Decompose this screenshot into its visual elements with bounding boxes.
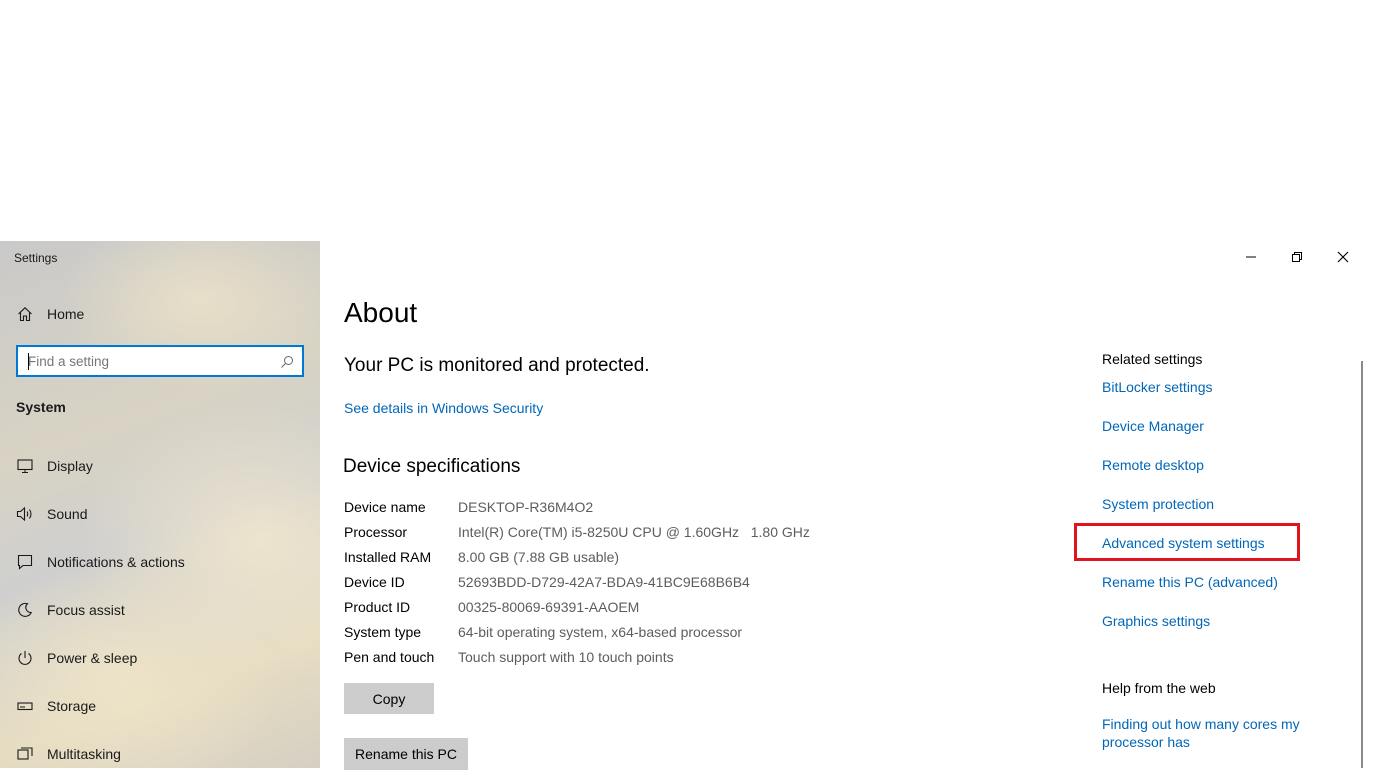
sidebar-item-home[interactable]: Home — [0, 294, 320, 334]
spec-row-installed-ram: Installed RAM 8.00 GB (7.88 GB usable) — [344, 549, 944, 569]
focus-assist-icon — [16, 601, 34, 619]
sidebar: Settings Home Find a setting System Disp… — [0, 241, 320, 768]
spec-key: Device ID — [344, 574, 405, 590]
remote-desktop-link[interactable]: Remote desktop — [1102, 457, 1204, 473]
section-label-system: System — [16, 399, 66, 415]
spec-value: Touch support with 10 touch points — [458, 649, 674, 665]
related-settings-title: Related settings — [1102, 351, 1203, 367]
text-caret — [28, 353, 29, 370]
highlight-box — [1074, 523, 1300, 561]
bitlocker-settings-link[interactable]: BitLocker settings — [1102, 379, 1213, 395]
sidebar-item-label: Sound — [47, 506, 88, 522]
search-input[interactable]: Find a setting — [16, 345, 304, 377]
spec-key: Product ID — [344, 599, 411, 615]
windows-security-link[interactable]: See details in Windows Security — [344, 400, 543, 416]
minimize-icon — [1246, 256, 1256, 258]
close-icon — [1337, 251, 1349, 263]
sidebar-item-storage[interactable]: Storage — [0, 686, 320, 726]
spec-row-processor: Processor Intel(R) Core(TM) i5-8250U CPU… — [344, 524, 944, 544]
app-title: Settings — [14, 251, 58, 265]
spec-value: 52693BDD-D729-42A7-BDA9-41BC9E68B6B4 — [458, 574, 750, 590]
power-icon — [16, 649, 34, 667]
rename-pc-button[interactable]: Rename this PC — [344, 738, 468, 770]
help-from-web-title: Help from the web — [1102, 680, 1216, 696]
spec-value: 8.00 GB (7.88 GB usable) — [458, 549, 620, 565]
sidebar-item-label: Notifications & actions — [47, 554, 185, 570]
sidebar-item-label: Home — [47, 306, 85, 322]
spec-value: 64-bit operating system, x64-based proce… — [458, 624, 743, 640]
notifications-icon — [16, 553, 34, 571]
spec-key: Processor — [344, 524, 408, 540]
sound-icon — [16, 505, 34, 523]
spec-row-product-id: Product ID 00325-80069-69391-AAOEM — [344, 599, 944, 619]
protection-heading: Your PC is monitored and protected. — [344, 355, 650, 376]
sidebar-item-power-sleep[interactable]: Power & sleep — [0, 638, 320, 678]
multitasking-icon — [16, 745, 34, 763]
device-specifications-heading: Device specifications — [343, 456, 521, 477]
spec-row-system-type: System type 64-bit operating system, x64… — [344, 624, 944, 644]
sidebar-item-focus-assist[interactable]: Focus assist — [0, 590, 320, 630]
sidebar-item-display[interactable]: Display — [0, 446, 320, 486]
main-content: About Your PC is monitored and protected… — [320, 241, 1378, 770]
copy-button[interactable]: Copy — [344, 683, 434, 714]
device-manager-link[interactable]: Device Manager — [1102, 418, 1204, 434]
sidebar-item-sound[interactable]: Sound — [0, 494, 320, 534]
spec-key: Installed RAM — [344, 549, 432, 565]
restore-button[interactable] — [1274, 245, 1320, 269]
sidebar-item-label: Focus assist — [47, 602, 125, 618]
spec-key: System type — [344, 624, 422, 640]
minimize-button[interactable] — [1228, 245, 1274, 269]
display-icon — [16, 457, 34, 475]
spec-value: 00325-80069-69391-AAOEM — [458, 599, 640, 615]
sidebar-item-notifications[interactable]: Notifications & actions — [0, 542, 320, 582]
spec-key: Pen and touch — [344, 649, 435, 665]
search-placeholder: Find a setting — [28, 353, 110, 369]
spec-row-device-id: Device ID 52693BDD-D729-42A7-BDA9-41BC9E… — [344, 574, 944, 594]
sidebar-item-label: Multitasking — [47, 746, 121, 762]
sidebar-item-label: Power & sleep — [47, 650, 138, 666]
settings-window: Settings Home Find a setting System Disp… — [0, 241, 1378, 770]
system-protection-link[interactable]: System protection — [1102, 496, 1214, 512]
rename-pc-advanced-link[interactable]: Rename this PC (advanced) — [1102, 574, 1278, 590]
close-button[interactable] — [1320, 245, 1366, 269]
sidebar-item-label: Display — [47, 458, 93, 474]
spec-value: Intel(R) Core(TM) i5-8250U CPU @ 1.60GHz… — [458, 524, 810, 540]
sidebar-item-label: Storage — [47, 698, 97, 714]
graphics-settings-link[interactable]: Graphics settings — [1102, 613, 1210, 629]
sidebar-item-multitasking[interactable]: Multitasking — [0, 734, 320, 768]
spec-row-pen-touch: Pen and touch Touch support with 10 touc… — [344, 649, 944, 669]
desktop-blank-area — [0, 0, 1378, 241]
storage-icon — [16, 697, 34, 715]
search-icon[interactable] — [280, 355, 294, 369]
restore-icon — [1292, 252, 1302, 262]
spec-value: DESKTOP-R36M4O2 — [458, 499, 594, 515]
home-icon — [16, 305, 34, 323]
spec-key: Device name — [344, 499, 426, 515]
scrollbar[interactable] — [1361, 361, 1363, 768]
cores-help-link[interactable]: Finding out how many cores my processor … — [1102, 715, 1322, 751]
page-title: About — [344, 297, 418, 328]
spec-row-device-name: Device name DESKTOP-R36M4O2 — [344, 499, 944, 519]
